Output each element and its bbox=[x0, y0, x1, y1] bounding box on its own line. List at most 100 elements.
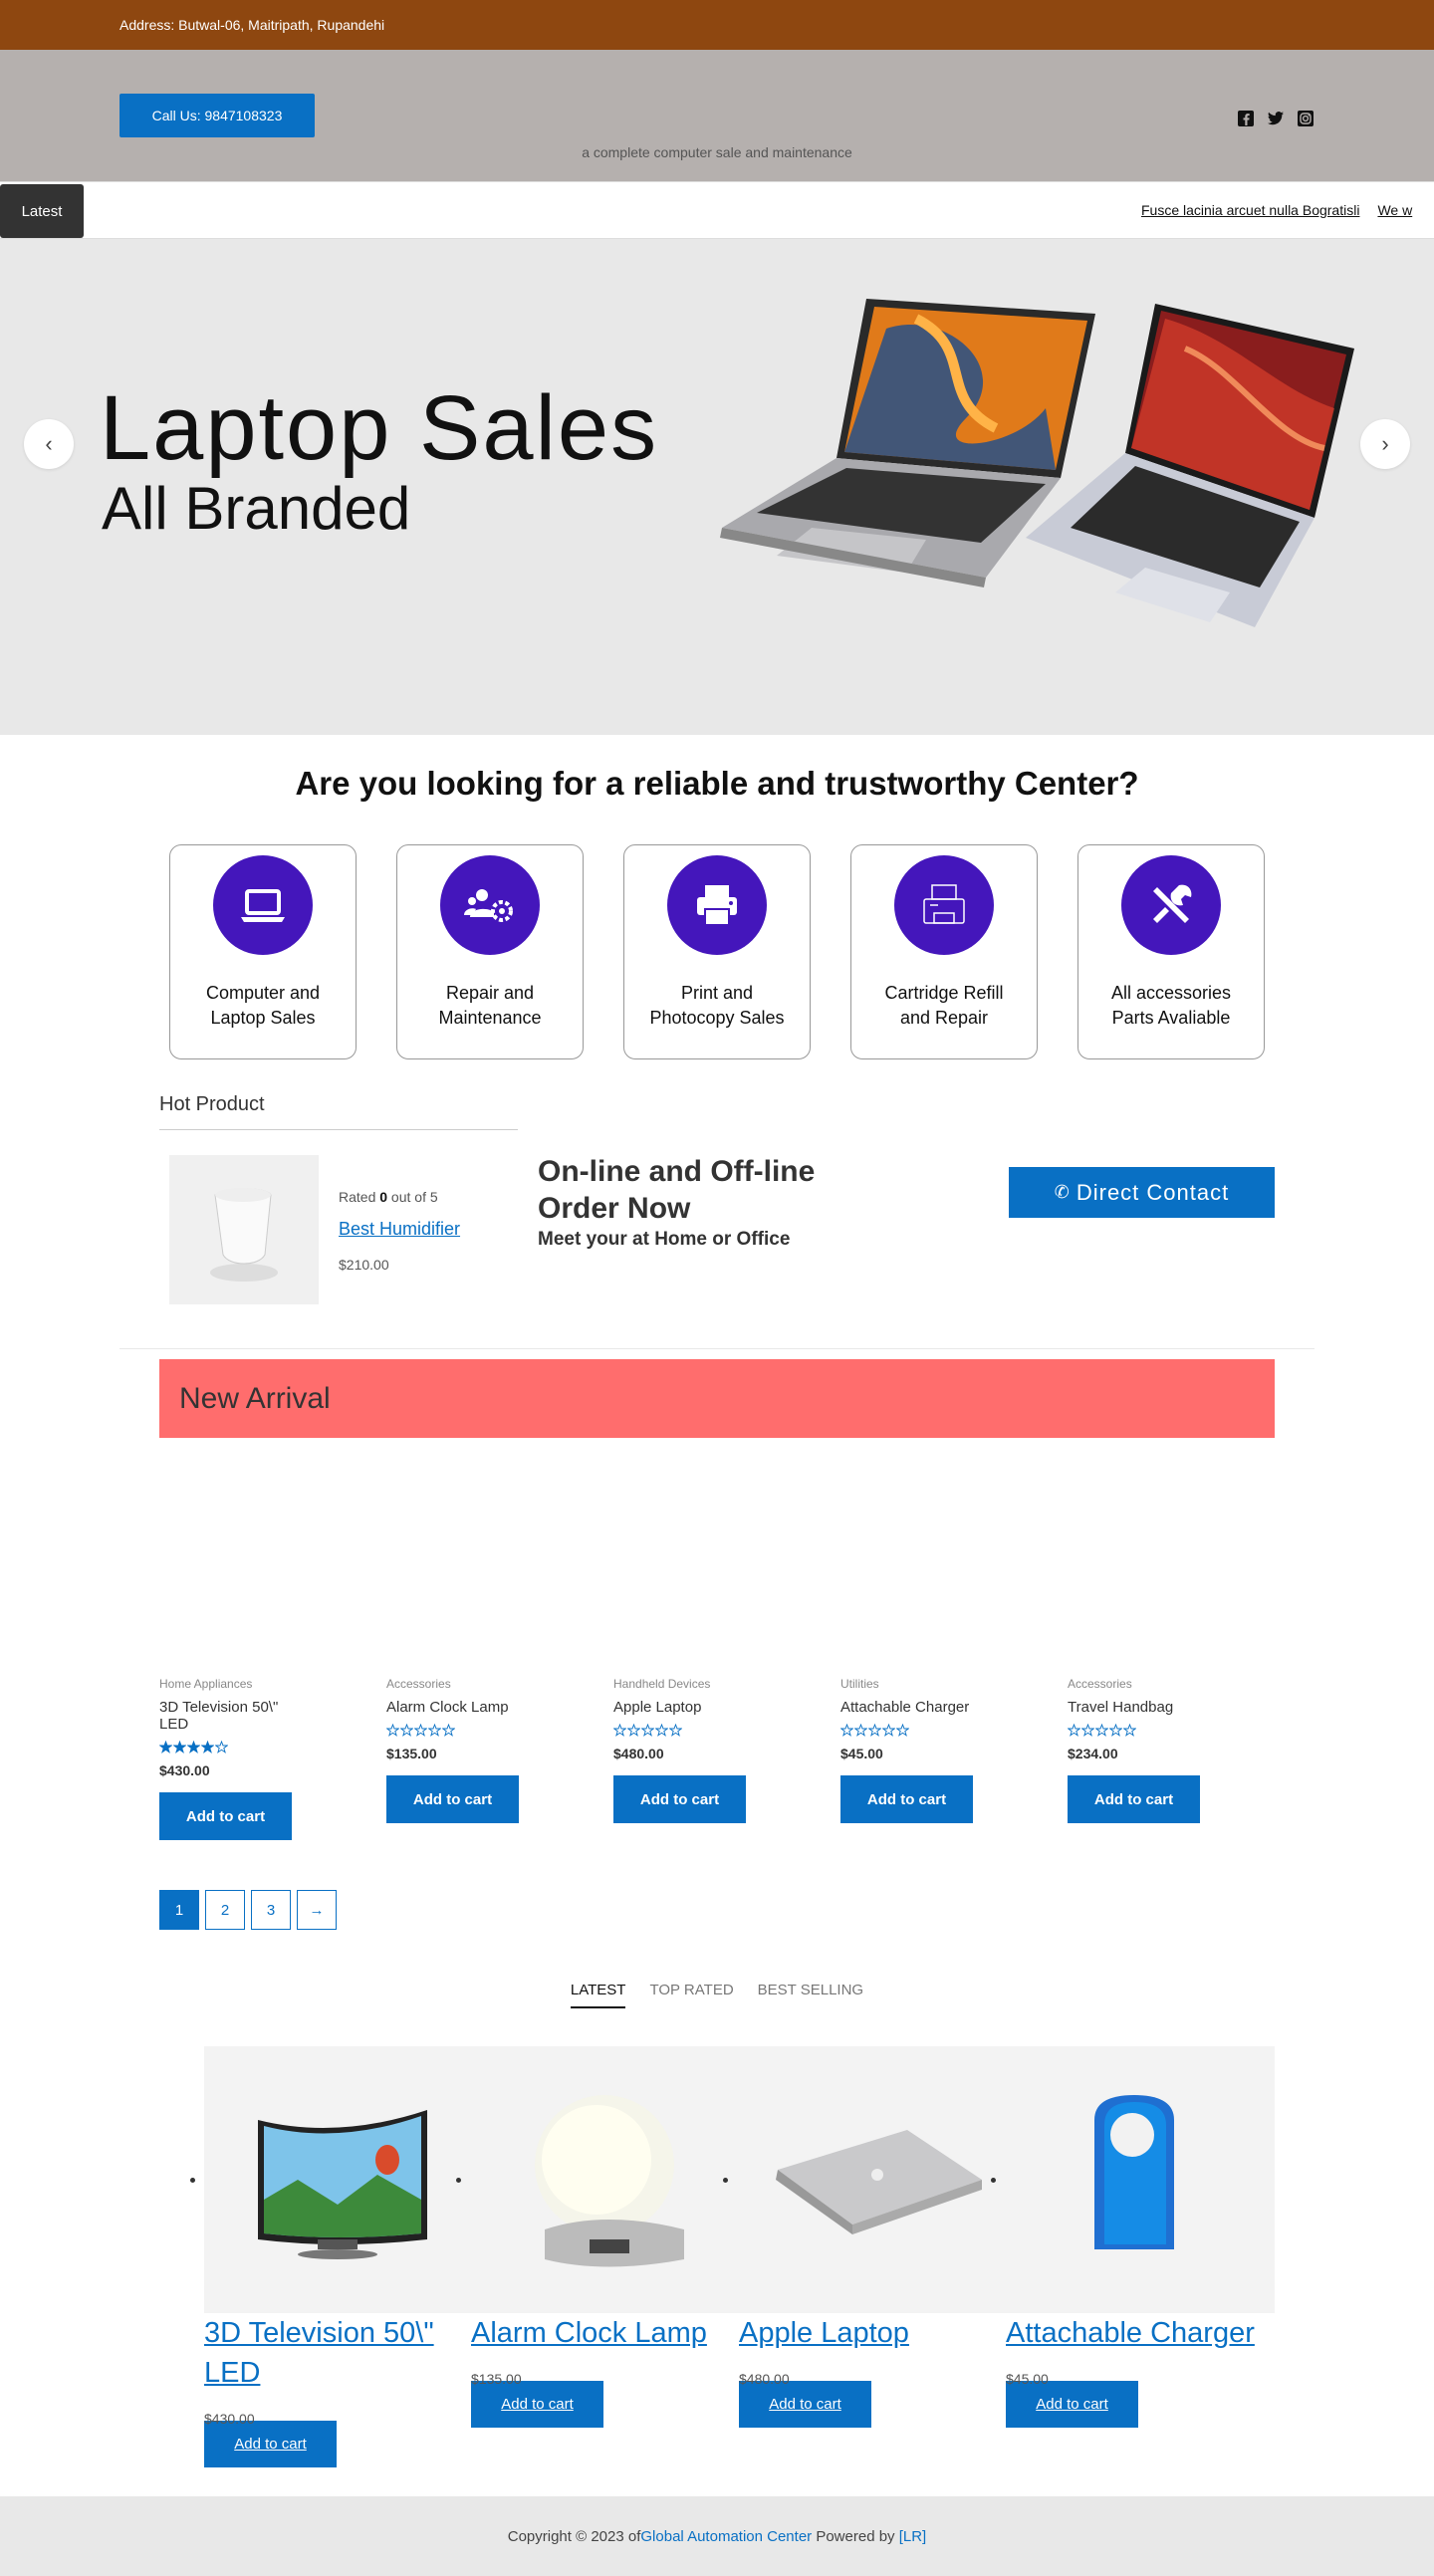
carousel-product-link[interactable]: Attachable Charger bbox=[1006, 2313, 1273, 2353]
hot-product-section: Hot Product Rated 0 out of 5 Best Humidi… bbox=[0, 1059, 1434, 1348]
star-icon bbox=[669, 1724, 682, 1737]
carousel-price: $45.00 bbox=[1006, 2371, 1049, 2387]
carousel-product-link[interactable]: Apple Laptop bbox=[739, 2313, 1006, 2353]
footer: Copyright © 2023 of Global Automation Ce… bbox=[0, 2496, 1434, 2576]
tab-best-selling[interactable]: BEST SELLING bbox=[758, 1982, 863, 2008]
ticker-item[interactable]: We w bbox=[1377, 202, 1412, 218]
product-card: Accessories Alarm Clock Lamp $135.00 Add to… bbox=[386, 1677, 519, 1840]
star-icon bbox=[641, 1724, 654, 1737]
product-tabs: LATEST TOP RATED BEST SELLING bbox=[0, 1982, 1434, 2008]
add-to-cart-button[interactable]: Add to cart bbox=[386, 1775, 519, 1823]
star-icon bbox=[386, 1724, 399, 1737]
star-rating bbox=[386, 1724, 519, 1738]
charger-image[interactable] bbox=[1006, 2046, 1273, 2313]
add-to-cart-button[interactable]: Add to cart bbox=[471, 2381, 603, 2428]
product-card: Accessories Travel Handbag $234.00 Add to c… bbox=[1068, 1677, 1200, 1840]
product-name[interactable]: Apple Laptop bbox=[613, 1699, 746, 1716]
carousel-item: Apple Laptop $480.00 Add to cart bbox=[739, 2046, 1006, 2428]
services-grid: Computer and Laptop Sales Repair and Maint… bbox=[169, 844, 1434, 1059]
star-icon bbox=[655, 1724, 668, 1737]
service-label: Print and Photocopy Sales bbox=[649, 983, 785, 1028]
social-links bbox=[1237, 110, 1314, 127]
add-to-cart-button[interactable]: Add to cart bbox=[159, 1792, 292, 1840]
carousel-price: $135.00 bbox=[471, 2371, 522, 2387]
facebook-icon[interactable] bbox=[1237, 110, 1255, 127]
service-card[interactable]: All accessories Parts Avaliable bbox=[1077, 844, 1265, 1059]
product-category[interactable]: Home Appliances bbox=[159, 1677, 292, 1691]
lamp-image[interactable] bbox=[471, 2046, 738, 2313]
tab-latest[interactable]: LATEST bbox=[570, 1982, 626, 2008]
slider-next-button[interactable]: › bbox=[1360, 419, 1410, 469]
star-icon bbox=[215, 1741, 228, 1754]
next-page-button[interactable]: → bbox=[297, 1890, 337, 1930]
add-to-cart-button[interactable]: Add to cart bbox=[1006, 2381, 1138, 2428]
add-to-cart-button[interactable]: Add to cart bbox=[204, 2421, 337, 2467]
star-icon bbox=[428, 1724, 441, 1737]
new-arrival-banner: New Arrival bbox=[159, 1359, 1275, 1438]
carousel-price: $480.00 bbox=[739, 2371, 790, 2387]
laptop-icon bbox=[213, 855, 313, 955]
ticker-items: Fusce lacinia arcuet nulla Bogratisli We… bbox=[1141, 202, 1412, 218]
powered-by-link[interactable]: [LR] bbox=[899, 2528, 927, 2545]
product-name[interactable]: 3D Television 50\" LED bbox=[159, 1699, 292, 1733]
tagline: a complete computer sale and maintenance bbox=[582, 144, 852, 160]
product-category[interactable]: Handheld Devices bbox=[613, 1677, 746, 1691]
add-to-cart-button[interactable]: Add to cart bbox=[1068, 1775, 1200, 1823]
page: Address: Butwal-06, Maitripath, Rupandeh… bbox=[0, 0, 1434, 2576]
star-rating bbox=[613, 1724, 746, 1738]
star-icon bbox=[173, 1741, 186, 1754]
star-rating bbox=[1068, 1724, 1200, 1738]
star-icon bbox=[1095, 1724, 1108, 1737]
product-name[interactable]: Travel Handbag bbox=[1068, 1699, 1200, 1716]
carousel-product-link[interactable]: Alarm Clock Lamp bbox=[471, 2313, 738, 2353]
call-us-button[interactable]: Call Us: 9847108323 bbox=[120, 94, 315, 137]
carousel-product-link[interactable]: 3D Television 50\" LED bbox=[204, 2313, 471, 2393]
star-icon bbox=[882, 1724, 895, 1737]
product-card: Handheld Devices Apple Laptop $480.00 Add t… bbox=[613, 1677, 746, 1840]
service-card[interactable]: Cartridge Refill and Repair bbox=[850, 844, 1038, 1059]
add-to-cart-button[interactable]: Add to cart bbox=[613, 1775, 746, 1823]
divider bbox=[159, 1129, 518, 1130]
pagination: 1 2 3 → bbox=[159, 1890, 1434, 1930]
tv-image[interactable] bbox=[204, 2046, 471, 2313]
product-name[interactable]: Attachable Charger bbox=[840, 1699, 973, 1716]
phone-icon: ✆ bbox=[1054, 1182, 1071, 1202]
hot-product-link[interactable]: Best Humidifier bbox=[339, 1219, 460, 1240]
tab-top-rated[interactable]: TOP RATED bbox=[649, 1982, 733, 2008]
page-3-button[interactable]: 3 bbox=[251, 1890, 291, 1930]
users-gear-icon bbox=[440, 855, 540, 955]
star-rating bbox=[840, 1724, 973, 1738]
star-icon bbox=[854, 1724, 867, 1737]
product-grid: Home Appliances 3D Television 50\" LED $43… bbox=[159, 1677, 1434, 1840]
humidifier-image[interactable] bbox=[169, 1155, 319, 1304]
service-card[interactable]: Print and Photocopy Sales bbox=[623, 844, 811, 1059]
star-icon bbox=[840, 1724, 853, 1737]
service-card[interactable]: Computer and Laptop Sales bbox=[169, 844, 357, 1059]
star-icon bbox=[613, 1724, 626, 1737]
page-2-button[interactable]: 2 bbox=[205, 1890, 245, 1930]
laptop-image[interactable] bbox=[739, 2046, 1006, 2313]
add-to-cart-button[interactable]: Add to cart bbox=[840, 1775, 973, 1823]
ticker-item[interactable]: Fusce lacinia arcuet nulla Bogratisli bbox=[1141, 202, 1359, 218]
instagram-icon[interactable] bbox=[1297, 110, 1314, 127]
twitter-icon[interactable] bbox=[1267, 110, 1285, 127]
product-category[interactable]: Accessories bbox=[1068, 1677, 1200, 1691]
slider-prev-button[interactable]: ‹ bbox=[24, 419, 74, 469]
page-1-button[interactable]: 1 bbox=[159, 1890, 199, 1930]
service-label: Computer and Laptop Sales bbox=[205, 983, 321, 1028]
product-category[interactable]: Utilities bbox=[840, 1677, 973, 1691]
hero-slider: Laptop Sales All Branded ‹ › bbox=[0, 239, 1434, 735]
carousel-price: $430.00 bbox=[204, 2411, 255, 2427]
hot-product-title: Hot Product bbox=[159, 1093, 265, 1115]
product-category[interactable]: Accessories bbox=[386, 1677, 519, 1691]
product-name[interactable]: Alarm Clock Lamp bbox=[386, 1699, 519, 1716]
product-price: $234.00 bbox=[1068, 1746, 1118, 1761]
direct-contact-button[interactable]: ✆ Direct Contact bbox=[1009, 1167, 1275, 1218]
company-link[interactable]: Global Automation Center bbox=[640, 2528, 812, 2545]
tools-icon bbox=[1121, 855, 1221, 955]
service-card[interactable]: Repair and Maintenance bbox=[396, 844, 584, 1059]
carousel-item: Alarm Clock Lamp $135.00 Add to cart bbox=[471, 2046, 738, 2428]
product-price: $135.00 bbox=[386, 1746, 437, 1761]
bullet bbox=[190, 2178, 195, 2183]
add-to-cart-button[interactable]: Add to cart bbox=[739, 2381, 871, 2428]
